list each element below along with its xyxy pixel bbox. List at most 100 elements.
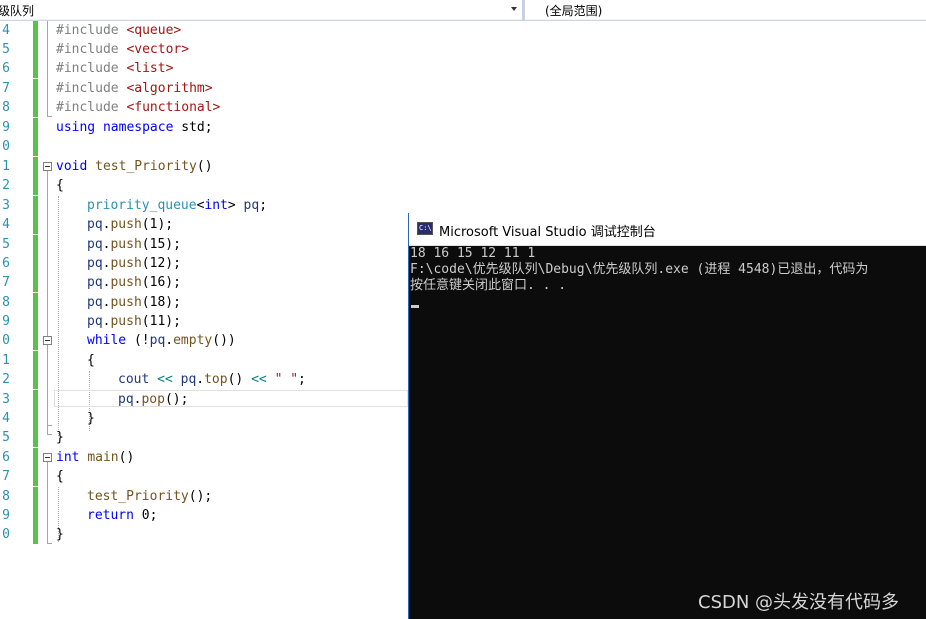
current-line-highlight <box>54 390 408 407</box>
change-indicator <box>33 273 38 292</box>
code-preprocessor: #include <box>56 23 127 38</box>
code-function: top <box>204 372 228 387</box>
code-text: } <box>56 428 64 447</box>
change-indicator <box>33 235 38 254</box>
change-indicator <box>33 176 38 195</box>
code-brace: } <box>56 430 64 445</box>
code-plain: ; <box>298 372 306 387</box>
code-include-file: <list> <box>126 61 174 76</box>
code-brace: { <box>87 353 95 368</box>
code-function: pop <box>141 392 165 407</box>
scope-dropdown[interactable]: 级队列 <box>0 0 523 19</box>
change-indicator <box>33 196 38 215</box>
code-string: " " <box>274 372 299 387</box>
code-function: main <box>87 450 119 465</box>
code-plain: (12); <box>141 256 181 271</box>
code-keyword: return <box>87 508 134 523</box>
code-variable: pq <box>243 198 260 213</box>
collapse-toggle-icon[interactable] <box>43 453 52 462</box>
console-title-bar[interactable]: C:\ Microsoft Visual Studio 调试控制台 <box>409 213 926 246</box>
code-keyword: using <box>56 120 96 135</box>
code-plain: ; <box>259 198 268 213</box>
change-indicator <box>33 448 38 467</box>
change-indicator <box>33 525 38 544</box>
code-plain: (11); <box>141 314 181 329</box>
code-line: 5 #include <vector> <box>0 40 926 59</box>
code-text: } <box>56 525 64 544</box>
code-variable: pq <box>87 275 103 290</box>
code-text: test_Priority(); <box>87 487 212 506</box>
change-indicator <box>33 137 38 156</box>
line-number: 1 <box>2 159 10 174</box>
code-text: cout << pq.top() << " "; <box>118 370 306 389</box>
code-text: pq.push(18); <box>87 293 181 312</box>
line-number: 4 <box>2 411 10 426</box>
code-operator: << <box>251 372 267 387</box>
change-indicator <box>33 79 38 98</box>
code-plain: () <box>118 450 135 465</box>
console-output-line: F:\code\优先级队列\Debug\优先级队列.exe (进程 4548)已… <box>410 262 869 277</box>
code-text: #include <algorithm> <box>56 79 213 98</box>
scope-dropdown-label: 级队列 <box>0 4 35 18</box>
code-line: 1 void test_Priority() <box>0 157 926 176</box>
line-number: 7 <box>2 275 10 290</box>
line-number: 9 <box>2 508 10 523</box>
code-include-file: <queue> <box>126 23 182 38</box>
code-text: { <box>87 351 95 370</box>
code-line: 8 #include <functional> <box>0 98 926 117</box>
console-icon-text: C:\ <box>419 224 432 232</box>
code-line: 7 #include <algorithm> <box>0 79 926 98</box>
code-include-file: <vector> <box>126 42 190 57</box>
code-keyword: namespace <box>102 120 174 135</box>
code-text: pq.push(16); <box>87 273 181 292</box>
line-number: 0 <box>2 139 10 154</box>
change-indicator <box>33 293 38 312</box>
change-indicator <box>33 118 38 137</box>
change-indicator <box>33 312 38 331</box>
collapse-toggle-icon[interactable] <box>43 336 52 345</box>
code-text: pq.push(15); <box>87 235 181 254</box>
code-function: push <box>110 295 142 310</box>
code-plain: (); <box>188 489 213 504</box>
code-plain: (16); <box>141 275 181 290</box>
code-brace: } <box>87 411 95 426</box>
code-keyword: void <box>56 159 88 174</box>
console-output-line: 按任意键关闭此窗口. . . <box>410 278 567 293</box>
code-text: } <box>87 409 95 428</box>
change-indicator <box>33 467 38 486</box>
code-plain: () <box>227 372 244 387</box>
debug-console-window[interactable]: C:\ Microsoft Visual Studio 调试控制台 18 16 … <box>408 213 926 619</box>
line-number: 2 <box>2 178 10 193</box>
code-line: 2 { <box>0 176 926 195</box>
code-function: push <box>110 256 142 271</box>
code-include-file: <functional> <box>126 100 221 115</box>
chevron-down-icon[interactable] <box>511 7 517 11</box>
code-variable: pq <box>87 256 103 271</box>
code-variable: pq <box>87 295 103 310</box>
code-text: #include <queue> <box>56 21 181 40</box>
line-number: 1 <box>2 353 10 368</box>
code-type: priority_queue <box>87 198 197 213</box>
code-plain: (! <box>126 333 150 348</box>
member-dropdown-label: (全局范围) <box>545 4 603 18</box>
code-line: 0 <box>0 137 926 156</box>
code-function: empty <box>173 333 213 348</box>
change-indicator <box>33 98 38 117</box>
console-cursor <box>411 305 419 308</box>
line-number: 6 <box>2 61 10 76</box>
code-variable: pq <box>180 372 197 387</box>
collapse-toggle-icon[interactable] <box>43 162 52 171</box>
code-keyword: while <box>87 333 127 348</box>
change-indicator <box>33 254 38 273</box>
console-output-line: 18 16 15 12 11 1 <box>410 246 536 261</box>
code-text: int main() <box>56 448 134 467</box>
line-number: 0 <box>2 333 10 348</box>
code-operator: << <box>157 372 173 387</box>
line-number: 0 <box>2 527 10 542</box>
code-plain: () <box>196 159 213 174</box>
member-dropdown[interactable]: (全局范围) <box>525 0 926 19</box>
line-number: 9 <box>2 314 10 329</box>
code-plain: (1); <box>141 217 174 232</box>
change-indicator <box>33 487 38 506</box>
code-keyword: int <box>204 198 228 213</box>
